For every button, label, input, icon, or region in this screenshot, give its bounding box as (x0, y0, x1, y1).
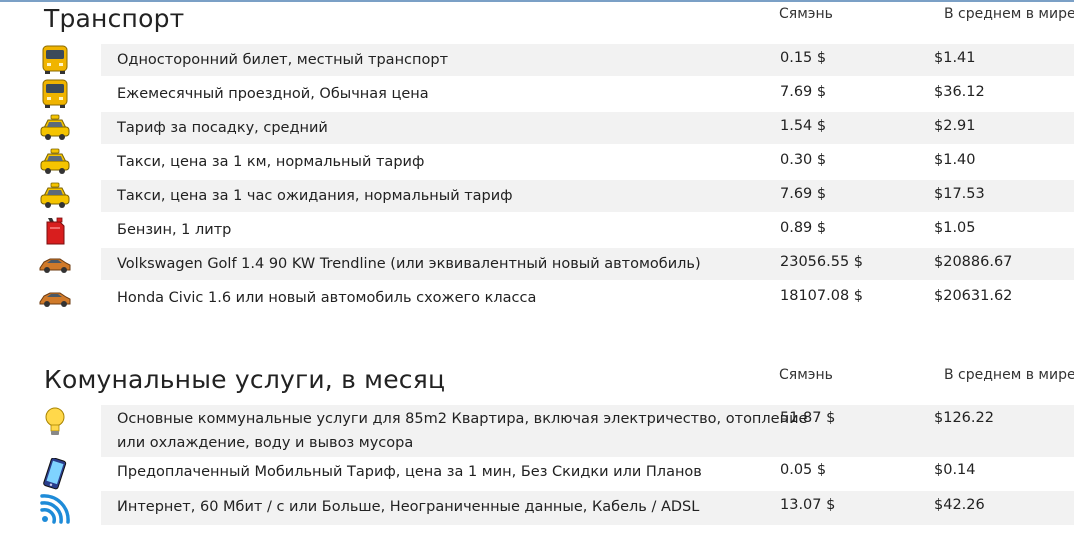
world-value: $36.12 (934, 84, 985, 100)
world-value: $17.53 (934, 186, 985, 202)
row-label: Honda Civic 1.6 или новый автомобиль схо… (117, 290, 537, 306)
row-label: Такси, цена за 1 час ожидания, нормальны… (117, 188, 513, 204)
car-icon (39, 258, 71, 273)
table-row: Honda Civic 1.6 или новый автомобиль схо… (0, 282, 1074, 314)
column-header-world: В среднем в мире (944, 367, 1074, 383)
city-value: 0.05 $ (780, 462, 827, 478)
world-value: $0.14 (934, 462, 976, 478)
light-bulb-icon (45, 407, 65, 435)
city-value: 7.69 $ (780, 186, 827, 202)
row-label: Интернет, 60 Мбит / с или Больше, Неогра… (117, 499, 700, 515)
row-label: Volkswagen Golf 1.4 90 KW Trendline (или… (117, 256, 701, 272)
table-row: Бензин, 1 литр 0.89 $ $1.05 (0, 214, 1074, 246)
world-value: $20631.62 (934, 288, 1013, 304)
city-value: 7.69 $ (780, 84, 827, 100)
city-value: 0.15 $ (780, 50, 827, 66)
table-row: Основные коммунальные услуги для 85m2 Кв… (0, 405, 1074, 457)
taxi-icon (40, 182, 70, 208)
column-header-city: Сямэнь (779, 6, 833, 22)
column-header-world: В среднем в мире (944, 6, 1074, 22)
city-value: 1.54 $ (780, 118, 827, 134)
wifi-icon (40, 494, 70, 524)
section-title: Транспорт (44, 4, 185, 33)
world-value: $1.05 (934, 220, 976, 236)
row-label: Ежемесячный проездной, Обычная цена (117, 86, 429, 102)
table-row: Односторонний билет, местный транспорт 0… (0, 44, 1074, 76)
row-label: Бензин, 1 литр (117, 222, 232, 238)
city-value: 18107.08 $ (780, 288, 864, 304)
world-value: $2.91 (934, 118, 976, 134)
table-row: Такси, цена за 1 час ожидания, нормальны… (0, 180, 1074, 212)
table-row: Ежемесячный проездной, Обычная цена 7.69… (0, 78, 1074, 110)
table-row: Интернет, 60 Мбит / с или Больше, Неогра… (0, 491, 1074, 525)
city-value: 51.87 $ (780, 410, 836, 426)
mobile-phone-icon (43, 458, 67, 490)
city-value: 0.89 $ (780, 220, 827, 236)
world-value: $1.40 (934, 152, 976, 168)
fuel-can-icon (46, 217, 65, 245)
city-value: 0.30 $ (780, 152, 827, 168)
car-icon (39, 292, 71, 307)
row-label-line-1: Основные коммунальные услуги для 85m2 Кв… (117, 411, 808, 427)
row-label: Такси, цена за 1 км, нормальный тариф (117, 154, 425, 170)
row-label: Тариф за посадку, средний (117, 120, 328, 136)
row-label-line-2: или охлаждение, воду и вывоз мусора (117, 435, 414, 451)
world-value: $126.22 (934, 410, 994, 426)
world-value: $20886.67 (934, 254, 1013, 270)
bus-icon (42, 79, 68, 108)
city-value: 13.07 $ (780, 497, 836, 513)
row-label: Предоплаченный Мобильный Тариф, цена за … (117, 464, 702, 480)
section-title: Комунальные услуги, в месяц (44, 365, 446, 394)
table-row: Тариф за посадку, средний 1.54 $ $2.91 (0, 112, 1074, 144)
city-value: 23056.55 $ (780, 254, 864, 270)
column-header-city: Сямэнь (779, 367, 833, 383)
table-row: Volkswagen Golf 1.4 90 KW Trendline (или… (0, 248, 1074, 280)
table-row: Такси, цена за 1 км, нормальный тариф 0.… (0, 146, 1074, 178)
bus-icon (42, 45, 68, 74)
taxi-icon (40, 148, 70, 174)
table-row: Предоплаченный Мобильный Тариф, цена за … (0, 457, 1074, 491)
world-value: $42.26 (934, 497, 985, 513)
world-value: $1.41 (934, 50, 976, 66)
taxi-icon (40, 114, 70, 140)
top-border (0, 0, 1074, 2)
row-label: Односторонний билет, местный транспорт (117, 52, 449, 68)
